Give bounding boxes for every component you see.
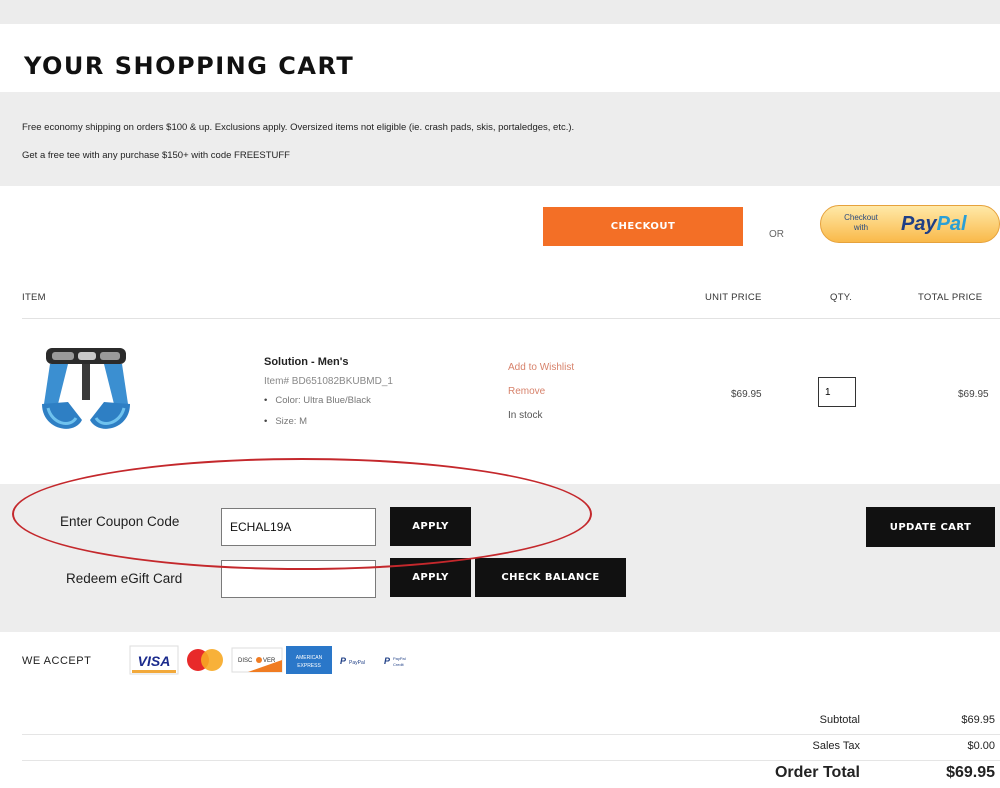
product-size: Size: M [264,416,307,427]
apply-coupon-button[interactable]: APPLY [390,507,471,546]
payment-methods: VISA DISC VER AMERICAN EXPRESS P PayPal … [128,640,436,680]
column-header-unit-price: UNIT PRICE [705,292,762,303]
sales-tax-value: $0.00 [967,740,995,752]
or-separator: OR [769,229,784,240]
egift-card-input[interactable] [221,560,376,598]
product-name-link[interactable]: Solution - Men's [264,356,349,368]
table-divider [22,318,1000,319]
svg-text:PayPal: PayPal [349,660,365,666]
stock-status: In stock [508,410,543,421]
paypal-logo: PayPal [901,213,967,235]
apply-egift-button[interactable]: APPLY [390,558,471,597]
promo-tee-text: Get a free tee with any purchase $150+ w… [22,150,290,161]
item-total-price: $69.95 [958,389,989,400]
product-color: Color: Ultra Blue/Black [264,395,371,406]
svg-text:VISA: VISA [138,653,171,669]
paypal-icon: P PayPal [340,656,365,666]
quantity-input[interactable] [818,377,856,407]
svg-text:DISC: DISC [238,658,253,664]
coupon-code-input[interactable] [221,508,376,546]
subtotal-value: $69.95 [961,714,995,726]
payment-card-logos: VISA DISC VER AMERICAN EXPRESS P PayPal … [129,645,406,675]
mastercard-icon [187,649,223,671]
promo-banner: Free economy shipping on orders $100 & u… [0,92,1000,186]
we-accept-label: WE ACCEPT [22,655,92,667]
order-total-label: Order Total [774,764,860,781]
page-title: YOUR SHOPPING CART [24,52,355,80]
coupon-code-label: Enter Coupon Code [60,514,180,529]
column-header-total-price: TOTAL PRICE [918,292,983,303]
order-total-value: $69.95 [946,764,995,781]
checkout-button[interactable]: CHECKOUT [543,207,743,246]
svg-text:P: P [340,656,347,666]
svg-text:AMERICAN: AMERICAN [296,655,323,661]
harness-product-image[interactable] [38,344,134,438]
remove-item-link[interactable]: Remove [508,386,545,397]
sales-tax-label: Sales Tax [812,740,861,752]
visa-icon: VISA [129,645,179,675]
summary-divider-2 [22,760,1000,761]
unit-price: $69.95 [731,389,762,400]
paypal-checkout-with-label: Checkout with [844,213,878,232]
svg-text:P: P [384,656,391,666]
check-balance-button[interactable]: CHECK BALANCE [475,558,626,597]
discover-icon: DISC VER [231,647,283,673]
top-banner-strip [0,0,1000,24]
svg-text:PayPal: PayPal [393,656,406,661]
product-sku: Item# BD651082BKUBMD_1 [264,376,393,387]
update-cart-button[interactable]: UPDATE CART [866,507,995,547]
paypal-checkout-button[interactable]: Checkout with PayPal [820,205,1000,243]
add-to-wishlist-link[interactable]: Add to Wishlist [508,362,574,373]
svg-text:EXPRESS: EXPRESS [297,663,321,669]
american-express-icon: AMERICAN EXPRESS [286,646,332,674]
svg-text:Credit: Credit [393,662,405,667]
promo-shipping-text: Free economy shipping on orders $100 & u… [22,122,575,133]
subtotal-label: Subtotal [819,714,860,726]
summary-divider [22,734,1000,735]
egift-card-label: Redeem eGift Card [66,571,183,586]
column-header-item: ITEM [22,292,46,303]
column-header-qty: QTY. [830,292,853,303]
paypal-credit-icon: P PayPal Credit [384,656,406,667]
